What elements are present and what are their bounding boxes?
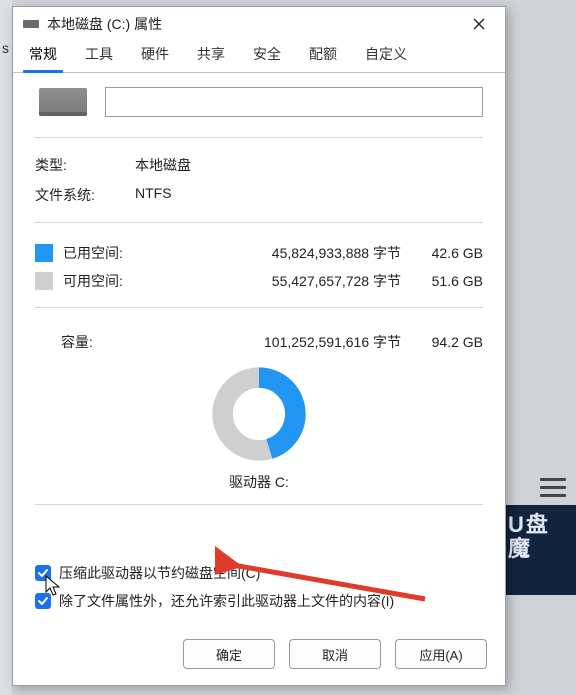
used-bytes: 45,824,933,888 字节 (151, 243, 413, 263)
tab-sharing[interactable]: 共享 (193, 40, 229, 72)
free-label: 可用空间: (63, 271, 151, 291)
properties-dialog: 本地磁盘 (C:) 属性 常规 工具 硬件 共享 安全 配额 自定义 类型: 本… (12, 6, 506, 686)
separator (35, 504, 483, 505)
hamburger-icon (540, 478, 566, 497)
background-banner: U盘 魔 (504, 505, 576, 595)
tab-strip: 常规 工具 硬件 共享 安全 配额 自定义 (13, 41, 505, 73)
usage-block: 已用空间: 45,824,933,888 字节 42.6 GB 可用空间: 55… (35, 239, 483, 295)
free-bytes: 55,427,657,728 字节 (151, 271, 413, 291)
used-human: 42.6 GB (413, 245, 483, 261)
tab-tools[interactable]: 工具 (81, 40, 117, 72)
window-title: 本地磁盘 (C:) 属性 (47, 14, 457, 34)
tab-content-general: 类型: 本地磁盘 文件系统: NTFS 已用空间: 45,824,933,888… (13, 73, 505, 627)
filesystem-label: 文件系统: (35, 185, 135, 205)
free-swatch-icon (35, 272, 53, 290)
type-value: 本地磁盘 (135, 155, 483, 175)
dialog-buttons: 确定 取消 应用(A) (13, 627, 505, 685)
compress-checkbox[interactable] (35, 565, 51, 581)
tab-hardware[interactable]: 硬件 (137, 40, 173, 72)
cancel-button[interactable]: 取消 (289, 639, 381, 669)
apply-button[interactable]: 应用(A) (395, 639, 487, 669)
close-button[interactable] (457, 9, 501, 39)
compress-label: 压缩此驱动器以节约磁盘空间(C) (59, 563, 260, 583)
drive-large-icon (39, 88, 87, 116)
capacity-label: 容量: (35, 332, 135, 352)
index-label: 除了文件属性外，还允许索引此驱动器上文件的内容(I) (59, 591, 394, 611)
tab-general[interactable]: 常规 (25, 40, 61, 72)
capacity-human: 94.2 GB (413, 334, 483, 350)
separator (35, 307, 483, 308)
tab-quota[interactable]: 配额 (305, 40, 341, 72)
options-block: 压缩此驱动器以节约磁盘空间(C) 除了文件属性外，还允许索引此驱动器上文件的内容… (35, 545, 483, 619)
capacity-bytes: 101,252,591,616 字节 (135, 332, 413, 352)
used-label: 已用空间: (63, 243, 151, 263)
tab-custom[interactable]: 自定义 (361, 40, 411, 72)
background-letter: s (2, 40, 9, 56)
drive-icon (23, 20, 39, 28)
used-swatch-icon (35, 244, 53, 262)
background-strip (0, 0, 12, 695)
titlebar: 本地磁盘 (C:) 属性 (13, 7, 505, 41)
close-icon (473, 18, 485, 30)
drive-caption: 驱动器 C: (229, 472, 289, 492)
check-icon (37, 595, 49, 607)
tab-security[interactable]: 安全 (249, 40, 285, 72)
separator (35, 137, 483, 138)
free-human: 51.6 GB (413, 273, 483, 289)
filesystem-value: NTFS (135, 185, 483, 205)
check-icon (37, 567, 49, 579)
type-label: 类型: (35, 155, 135, 175)
ok-button[interactable]: 确定 (183, 639, 275, 669)
separator (35, 222, 483, 223)
usage-donut-chart (211, 366, 307, 462)
drive-name-input[interactable] (105, 87, 483, 117)
index-checkbox[interactable] (35, 593, 51, 609)
